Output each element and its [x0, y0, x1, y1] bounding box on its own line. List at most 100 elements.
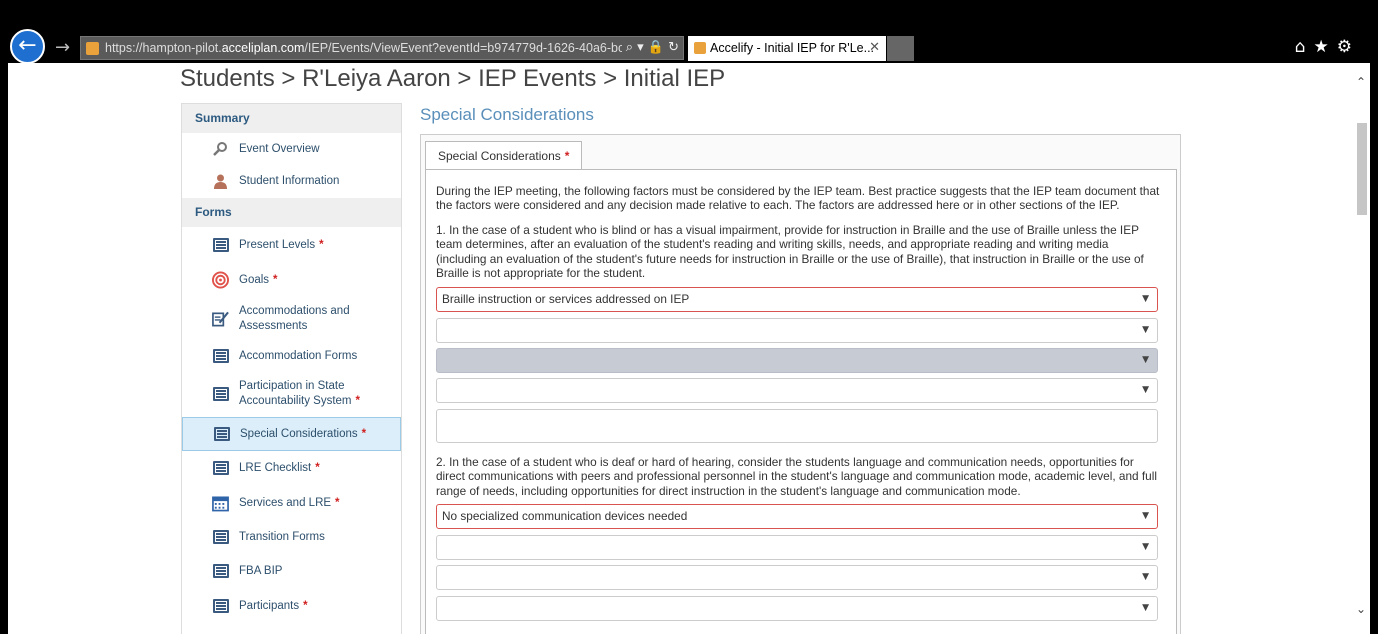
summary-heading: Summary	[182, 104, 401, 133]
sidebar-item-label: Services and LRE	[239, 496, 332, 509]
address-bar[interactable]: https://hampton-pilot.acceliplan.com/IEP…	[80, 36, 684, 60]
sidebar-item-label: Goals	[239, 273, 270, 286]
q1-select-2[interactable]: ▼	[436, 318, 1158, 343]
sidebar-item-participants[interactable]: Participants *	[182, 588, 401, 623]
sidebar-item-present-levels[interactable]: Present Levels *	[182, 227, 401, 262]
tab-special-considerations[interactable]: Special Considerations *	[425, 141, 583, 170]
page-breadcrumb: Students > R'Leiya Aaron > IEP Events > …	[180, 65, 726, 92]
site-favicon-icon	[86, 42, 99, 55]
sidebar-item-lre-checklist[interactable]: LRE Checklist *	[182, 451, 401, 485]
required-marker: *	[361, 428, 367, 440]
forms-sidebar: Summary Event Overview Student Informati…	[181, 103, 402, 634]
tab-title: Accelify - Initial IEP for R'Le...	[710, 41, 875, 55]
sidebar-item-label: Transition Forms	[239, 531, 325, 543]
new-tab-button[interactable]	[887, 36, 914, 61]
select-value: No specialized communication devices nee…	[442, 509, 688, 523]
chevron-down-icon: ▼	[1142, 355, 1149, 365]
q1-select-3-disabled[interactable]: ▼	[436, 348, 1158, 373]
page-scrollbar[interactable]: ⌃ ⌄	[1353, 63, 1370, 634]
calendar-icon	[212, 494, 229, 511]
address-bar-icons[interactable]: ⌕ ▾ 🔒 ↻	[621, 37, 679, 59]
q1-select-4[interactable]: ▼	[436, 378, 1158, 403]
list-icon	[212, 386, 229, 403]
sidebar-item-participation-state-accountability[interactable]: Participation in State Accountability Sy…	[182, 371, 401, 417]
sidebar-item-label: Student Information	[239, 175, 340, 187]
magnifier-icon	[212, 141, 229, 158]
person-icon	[212, 173, 229, 190]
sidebar-item-accommodations-assessments[interactable]: Accommodations and Assessments	[182, 297, 401, 341]
select-value: Braille instruction or services addresse…	[442, 292, 690, 306]
browser-chrome: ← → https://hampton-pilot.acceliplan.com…	[0, 0, 1378, 64]
sidebar-item-services-lre[interactable]: Services and LRE *	[182, 485, 401, 520]
question-1-text: 1. In the case of a student who is blind…	[436, 223, 1144, 281]
q2-select-3[interactable]: ▼	[436, 565, 1158, 590]
browser-tab[interactable]: Accelify - Initial IEP for R'Le... ✕	[688, 36, 886, 61]
scroll-up-icon[interactable]: ⌃	[1356, 75, 1366, 89]
chevron-down-icon: ▼	[1142, 572, 1149, 582]
sidebar-item-label: Special Considerations	[240, 428, 358, 440]
list-icon	[213, 426, 230, 443]
sidebar-item-label: FBA BIP	[239, 565, 283, 577]
intro-text: During the IEP meeting, the following fa…	[436, 184, 1160, 213]
browser-toolbar-icons[interactable]: ⌂★⚙	[1295, 37, 1360, 57]
list-icon	[212, 460, 229, 477]
sidebar-item-label: Participants	[239, 599, 300, 612]
required-marker: *	[564, 149, 570, 163]
sidebar-item-label: Participation in State Accountability Sy…	[239, 380, 360, 407]
sidebar-item-transition-forms[interactable]: Transition Forms	[182, 520, 401, 554]
forms-heading: Forms	[182, 198, 401, 227]
question-2-text: 2. In the case of a student who is deaf …	[436, 455, 1157, 498]
sidebar-item-label: Accommodations and Assessments	[239, 305, 350, 332]
sidebar-item-goals[interactable]: Goals *	[182, 262, 401, 297]
sidebar-item-label: Accommodation Forms	[239, 350, 358, 362]
url-domain: acceliplan.com	[221, 41, 305, 55]
chevron-down-icon: ▼	[1142, 542, 1149, 552]
main-content: Special Considerations Special Considera…	[420, 103, 1181, 634]
tab-favicon-icon	[694, 42, 706, 54]
forward-arrow-icon[interactable]: →	[55, 37, 70, 58]
url-path: /IEP/Events/ViewEvent?eventId=b974779d-1…	[304, 41, 632, 55]
q2-select-4[interactable]: ▼	[436, 596, 1158, 621]
scrollbar-thumb[interactable]	[1357, 123, 1367, 215]
back-arrow-icon[interactable]: ←	[10, 29, 45, 64]
form-panel: Special Considerations * During the IEP m…	[420, 134, 1181, 634]
list-icon	[212, 563, 229, 580]
window-border-right	[1370, 63, 1378, 634]
sidebar-item-student-information[interactable]: Student Information	[182, 165, 401, 197]
q2-communication-select[interactable]: No specialized communication devices nee…	[436, 504, 1158, 529]
sidebar-item-event-overview[interactable]: Event Overview	[182, 133, 401, 165]
list-icon	[212, 348, 229, 365]
chevron-down-icon: ▼	[1142, 385, 1149, 395]
q1-notes-textarea[interactable]	[436, 409, 1158, 443]
window-border-left	[0, 63, 8, 634]
required-marker: *	[335, 496, 340, 509]
tab-content: During the IEP meeting, the following fa…	[425, 169, 1177, 634]
list-icon	[212, 236, 229, 253]
target-icon	[212, 271, 229, 288]
chevron-down-icon: ▼	[1142, 603, 1149, 613]
url-prefix: https://hampton-pilot.	[105, 41, 222, 55]
tab-label: Special Considerations	[438, 149, 561, 163]
section-title: Special Considerations	[420, 105, 594, 124]
q1-braille-select[interactable]: Braille instruction or services addresse…	[436, 287, 1158, 312]
required-marker: *	[319, 238, 324, 251]
chevron-down-icon: ▼	[1142, 325, 1149, 335]
required-marker: *	[315, 462, 320, 474]
chevron-down-icon: ▼	[1142, 294, 1149, 304]
scroll-down-icon[interactable]: ⌄	[1356, 602, 1366, 616]
page-viewport: Students > R'Leiya Aaron > IEP Events > …	[8, 63, 1370, 634]
pencil-doc-icon	[212, 311, 229, 328]
sidebar-item-accommodation-forms[interactable]: Accommodation Forms	[182, 341, 401, 371]
sidebar-item-fba-bip[interactable]: FBA BIP	[182, 554, 401, 588]
q2-select-2[interactable]: ▼	[436, 535, 1158, 560]
sidebar-item-label: LRE Checklist	[239, 462, 312, 474]
list-icon	[212, 529, 229, 546]
sidebar-item-special-considerations[interactable]: Special Considerations *	[182, 417, 401, 451]
required-marker: *	[303, 599, 308, 612]
required-marker: *	[355, 395, 360, 407]
close-tab-icon[interactable]: ✕	[869, 36, 880, 60]
list-icon	[212, 597, 229, 614]
chevron-down-icon: ▼	[1142, 511, 1149, 521]
required-marker: *	[273, 273, 278, 286]
sidebar-item-label: Present Levels	[239, 238, 316, 251]
